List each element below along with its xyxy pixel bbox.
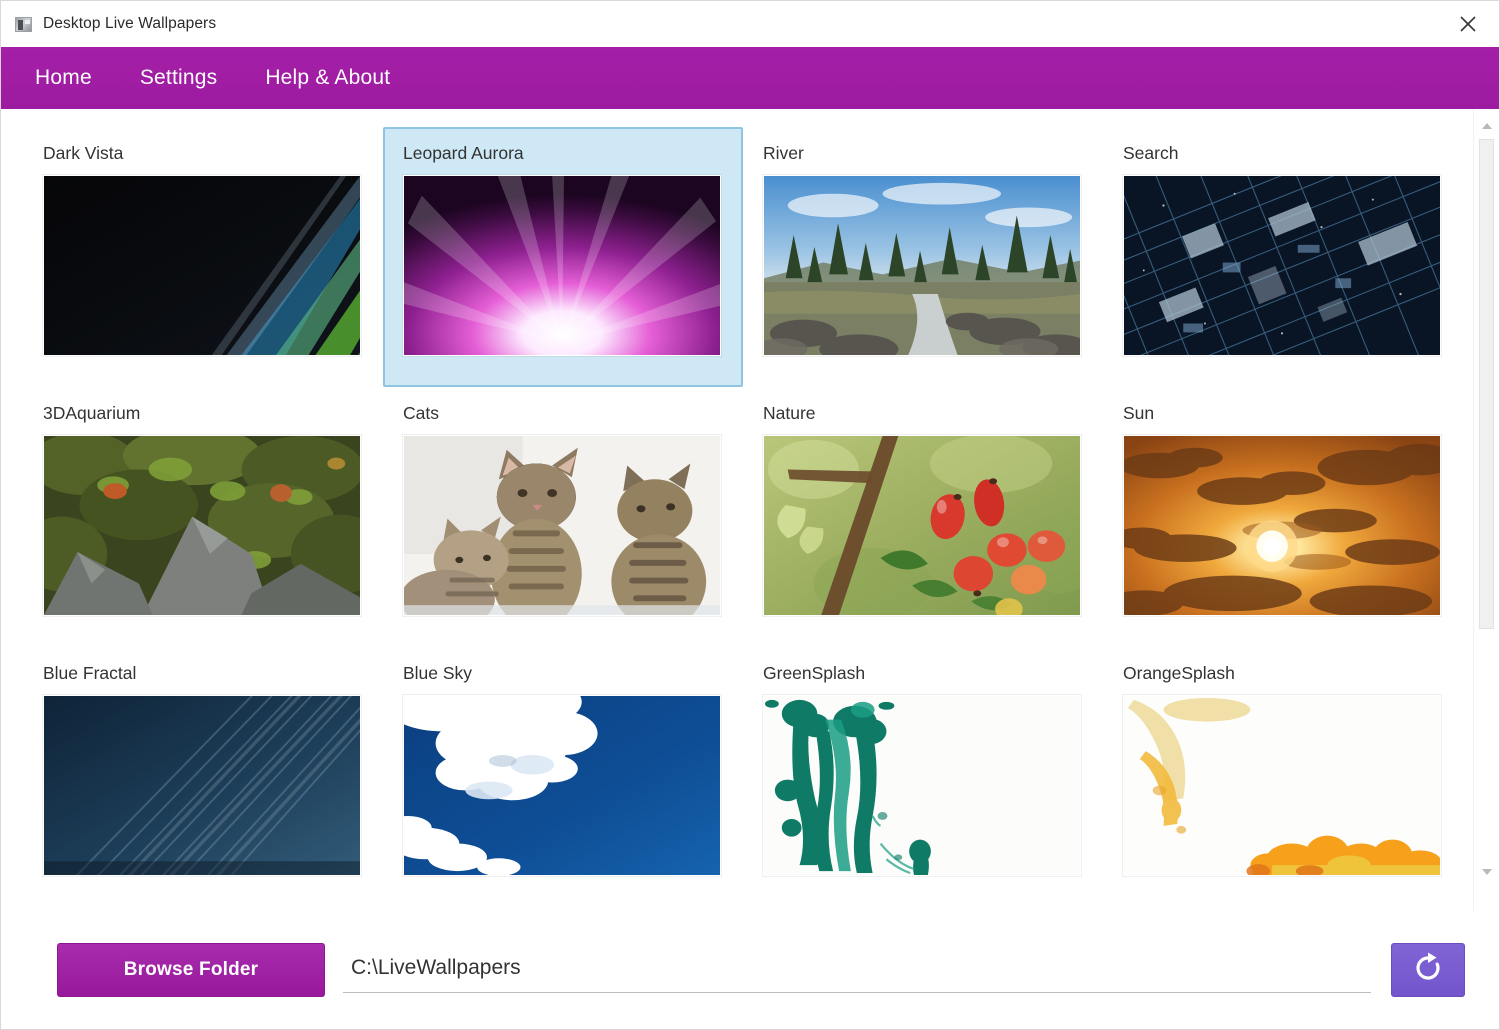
wallpaper-tile-cats[interactable]: Cats: [383, 387, 743, 647]
wallpaper-label: Blue Sky: [403, 663, 473, 683]
menu-bar: Home Settings Help & About: [1, 47, 1499, 109]
browse-folder-button[interactable]: Browse Folder: [57, 943, 325, 997]
wallpaper-label: Search: [1123, 143, 1179, 163]
wallpaper-tile-blue-sky[interactable]: Blue Sky: [383, 647, 743, 907]
app-window-icon: [15, 16, 32, 32]
wallpaper-label: GreenSplash: [763, 663, 866, 683]
close-button[interactable]: [1437, 1, 1499, 47]
wallpaper-label: 3DAquarium: [43, 403, 141, 423]
scroll-up-button[interactable]: [1474, 113, 1499, 139]
wallpaper-tile-sun[interactable]: Sun: [1103, 387, 1463, 647]
menu-item-settings[interactable]: Settings: [122, 58, 235, 98]
wallpaper-thumbnail-river: [763, 175, 1081, 356]
wallpaper-label: River: [763, 143, 804, 163]
wallpaper-label: Blue Fractal: [43, 663, 137, 683]
wallpaper-thumbnail-orange-splash: [1123, 695, 1441, 876]
wallpaper-label: Cats: [403, 403, 439, 423]
close-icon: [1457, 13, 1479, 35]
wallpaper-thumbnail-leopard-aurora: [403, 175, 721, 356]
wallpaper-tile-3daquarium[interactable]: 3DAquarium: [23, 387, 383, 647]
chevron-up-icon: [1482, 123, 1492, 129]
wallpaper-grid: Dark Vista Leopard Aurora River Search 3…: [23, 127, 1451, 907]
refresh-icon: [1411, 951, 1445, 990]
wallpaper-thumbnail-sun: [1123, 435, 1441, 616]
wallpaper-thumbnail-dark-vista: [43, 175, 361, 356]
wallpaper-tile-river[interactable]: River: [743, 127, 1103, 387]
folder-path-input[interactable]: [343, 947, 1371, 993]
refresh-button[interactable]: [1391, 943, 1465, 997]
wallpaper-tile-nature[interactable]: Nature: [743, 387, 1103, 647]
wallpaper-thumbnail-3daquarium: [43, 435, 361, 616]
wallpaper-tile-orange-splash[interactable]: OrangeSplash: [1103, 647, 1463, 907]
wallpaper-thumbnail-green-splash: [763, 695, 1081, 876]
wallpaper-label: Sun: [1123, 403, 1155, 423]
scroll-thumb[interactable]: [1479, 139, 1494, 629]
title-bar: Desktop Live Wallpapers: [1, 1, 1499, 47]
wallpaper-gallery: Dark Vista Leopard Aurora River Search 3…: [1, 109, 1499, 911]
gallery-scroll-region: Dark Vista Leopard Aurora River Search 3…: [1, 109, 1473, 911]
wallpaper-label: Dark Vista: [43, 143, 124, 163]
app-window: Desktop Live Wallpapers Home Settings He…: [0, 0, 1500, 1030]
wallpaper-tile-dark-vista[interactable]: Dark Vista: [23, 127, 383, 387]
wallpaper-thumbnail-blue-fractal: [43, 695, 361, 876]
footer-bar: Browse Folder: [1, 911, 1499, 1029]
scroll-down-button[interactable]: [1474, 859, 1499, 885]
gallery-scrollbar[interactable]: [1473, 109, 1499, 911]
chevron-down-icon: [1482, 869, 1492, 875]
wallpaper-thumbnail-cats: [403, 435, 721, 616]
wallpaper-label: Leopard Aurora: [403, 143, 524, 163]
wallpaper-label: OrangeSplash: [1123, 663, 1235, 683]
wallpaper-tile-blue-fractal[interactable]: Blue Fractal: [23, 647, 383, 907]
wallpaper-tile-leopard-aurora[interactable]: Leopard Aurora: [383, 127, 743, 387]
menu-item-help-about[interactable]: Help & About: [247, 58, 408, 98]
window-title: Desktop Live Wallpapers: [43, 15, 217, 32]
wallpaper-tile-search[interactable]: Search: [1103, 127, 1463, 387]
wallpaper-thumbnail-search: [1123, 175, 1441, 356]
wallpaper-label: Nature: [763, 403, 816, 423]
wallpaper-thumbnail-nature: [763, 435, 1081, 616]
menu-item-home[interactable]: Home: [17, 58, 110, 98]
wallpaper-thumbnail-blue-sky: [403, 695, 721, 876]
wallpaper-tile-green-splash[interactable]: GreenSplash: [743, 647, 1103, 907]
